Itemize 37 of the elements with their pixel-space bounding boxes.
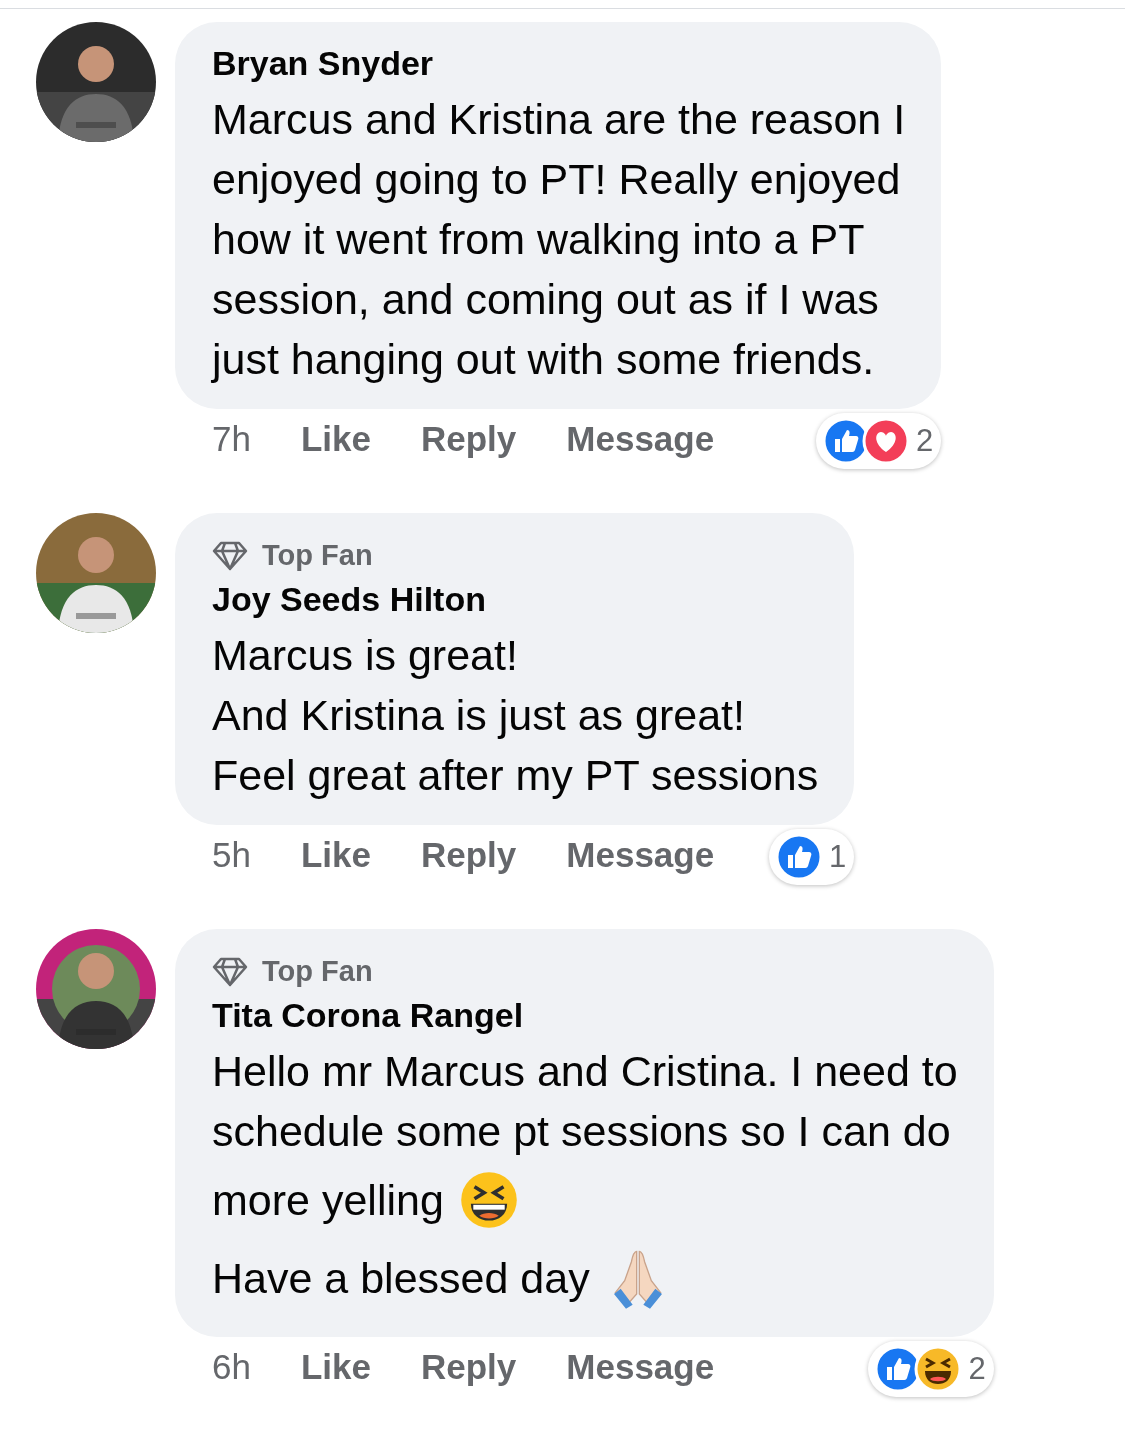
comment-time: 5h: [212, 835, 251, 875]
top-fan-label: Top Fan: [262, 955, 373, 988]
action-link[interactable]: Like: [300, 1347, 371, 1387]
reaction-count: 1: [829, 839, 847, 875]
comment-text: Marcus is great!: [212, 630, 518, 681]
action-link[interactable]: Reply: [421, 1347, 517, 1387]
action-link[interactable]: Like: [300, 835, 371, 875]
comment-text: session, and coming out as if I was: [212, 274, 879, 325]
diamond-icon: [212, 540, 248, 571]
action-link[interactable]: Message: [566, 1347, 715, 1387]
comment-text: how it went from walking into a PT: [212, 214, 865, 265]
reaction-summary[interactable]: 1: [769, 829, 855, 885]
comment-time: 7h: [212, 419, 251, 459]
comment-text: more yelling: [212, 1175, 444, 1226]
action-link[interactable]: Reply: [421, 835, 517, 875]
comment-text: just hanging out with some friends.: [212, 334, 875, 385]
comment-text: enjoyed going to PT! Really enjoyed: [212, 154, 901, 205]
comment-text: Marcus and Kristina are the reason I: [212, 94, 906, 145]
comment-time: 6h: [212, 1347, 251, 1387]
comment-text: And Kristina is just as great!: [212, 690, 745, 741]
reaction-summary[interactable]: 2: [868, 1341, 994, 1397]
action-link[interactable]: Reply: [421, 419, 517, 459]
top-fan-label: Top Fan: [262, 539, 373, 572]
action-link[interactable]: Message: [566, 835, 715, 875]
author-name[interactable]: Joy Seeds Hilton: [212, 580, 819, 619]
author-name[interactable]: Tita Corona Rangel: [212, 996, 958, 1035]
reaction-summary[interactable]: 2: [815, 413, 942, 469]
comment-text: Have a blessed day: [212, 1253, 590, 1304]
diamond-icon: [212, 956, 248, 987]
author-name[interactable]: Bryan Snyder: [212, 44, 906, 83]
action-link[interactable]: Message: [566, 419, 715, 459]
comment-text: Feel great after my PT sessions: [212, 750, 819, 801]
comment-text: schedule some pt sessions so I can do: [212, 1106, 951, 1157]
comment-text: Hello mr Marcus and Cristina. I need to: [212, 1046, 958, 1097]
reaction-count: 2: [968, 1351, 986, 1387]
action-link[interactable]: Like: [300, 419, 371, 459]
reaction-count: 2: [915, 423, 934, 459]
